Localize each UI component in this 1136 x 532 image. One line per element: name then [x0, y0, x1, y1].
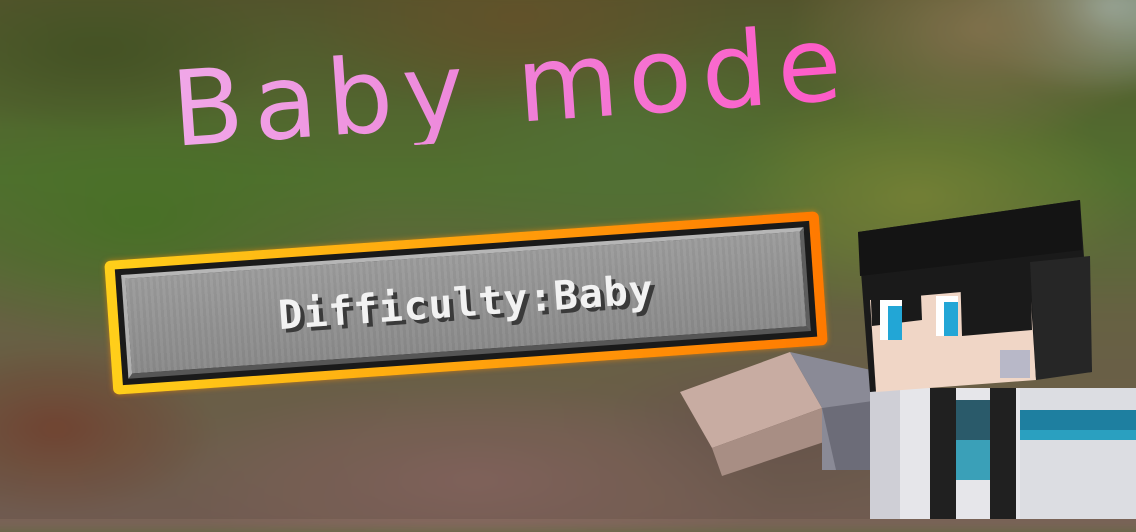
difficulty-button-label: Difficulty:Baby [276, 266, 656, 339]
